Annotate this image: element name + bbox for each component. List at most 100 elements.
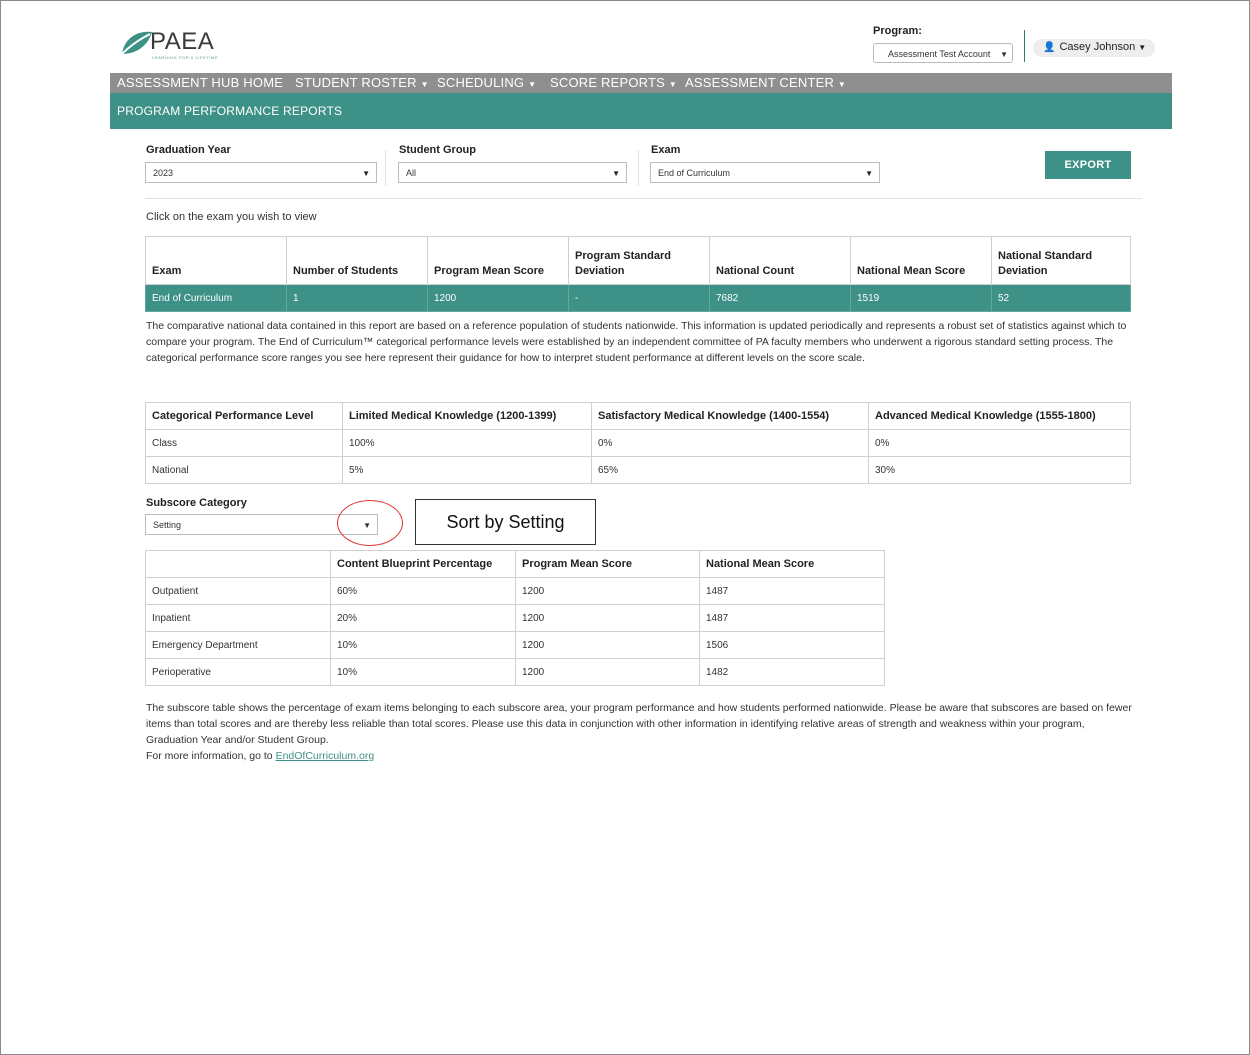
table-row: Emergency Department 10% 1200 1506 bbox=[145, 631, 885, 659]
header-divider bbox=[1024, 30, 1025, 62]
table-cell: Outpatient bbox=[145, 577, 331, 605]
filter-divider bbox=[385, 150, 386, 186]
program-select[interactable]: Assessment Test Account ▼ bbox=[873, 43, 1013, 63]
table-cell: Class bbox=[145, 429, 343, 457]
header-national-mean-score: National Mean Score bbox=[699, 550, 885, 578]
table-cell: - bbox=[568, 284, 710, 312]
export-button[interactable]: EXPORT bbox=[1045, 151, 1131, 179]
caret-down-icon: ▼ bbox=[362, 169, 370, 178]
table-cell: 1487 bbox=[699, 577, 885, 605]
caret-down-icon: ▼ bbox=[837, 80, 847, 89]
student-group-select[interactable]: All ▼ bbox=[398, 162, 627, 183]
student-group-label: Student Group bbox=[399, 144, 476, 156]
graduation-year-value: 2023 bbox=[153, 168, 174, 178]
logo-wordmark: PAEA bbox=[150, 28, 215, 55]
header-satisfactory: Satisfactory Medical Knowledge (1400-155… bbox=[591, 402, 869, 430]
caret-down-icon: ▼ bbox=[668, 80, 677, 89]
exam-table-header: Exam Number of Students Program Mean Sco… bbox=[145, 236, 1131, 285]
table-cell: 7682 bbox=[709, 284, 851, 312]
nav-item-scheduling[interactable]: SCHEDULING ▼ bbox=[437, 75, 536, 90]
table-cell: 10% bbox=[330, 658, 516, 686]
caret-down-icon: ▼ bbox=[1000, 50, 1008, 59]
header-blank bbox=[145, 550, 331, 578]
nav-item-hub-home[interactable]: ASSESSMENT HUB HOME bbox=[117, 75, 283, 90]
nav-item-score-reports[interactable]: SCORE REPORTS ▼ bbox=[550, 75, 677, 90]
subscore-footer: The subscore table shows the percentage … bbox=[146, 700, 1136, 764]
caret-down-icon: ▼ bbox=[528, 80, 537, 89]
filter-divider bbox=[638, 150, 639, 186]
header-national-mean-score[interactable]: National Mean Score bbox=[850, 236, 992, 285]
table-cell: 1482 bbox=[699, 658, 885, 686]
caret-down-icon: ▼ bbox=[612, 169, 620, 178]
table-cell: 20% bbox=[330, 604, 516, 632]
national-data-description: The comparative national data contained … bbox=[146, 320, 1127, 364]
table-cell: 5% bbox=[342, 456, 592, 484]
person-icon: 👤 bbox=[1043, 42, 1056, 53]
performance-table-header: Categorical Performance Level Limited Me… bbox=[145, 402, 1131, 430]
header-national-count[interactable]: National Count bbox=[709, 236, 851, 285]
table-cell: 60% bbox=[330, 577, 516, 605]
table-cell: 1200 bbox=[515, 631, 700, 659]
table-cell: 0% bbox=[868, 429, 1131, 457]
table-row: Perioperative 10% 1200 1482 bbox=[145, 658, 885, 686]
more-info-prefix: For more information, go to bbox=[146, 750, 276, 762]
header-national-sd[interactable]: National Standard Deviation bbox=[991, 236, 1131, 285]
annotation-circle bbox=[337, 500, 403, 546]
table-cell: Emergency Department bbox=[145, 631, 331, 659]
table-row: National 5% 65% 30% bbox=[145, 456, 1131, 484]
caret-down-icon: ▼ bbox=[420, 80, 429, 89]
table-cell: 1487 bbox=[699, 604, 885, 632]
graduation-year-label: Graduation Year bbox=[146, 144, 231, 156]
table-cell: Inpatient bbox=[145, 604, 331, 632]
table-row: Class 100% 0% 0% bbox=[145, 429, 1131, 457]
header-number-of-students[interactable]: Number of Students bbox=[286, 236, 428, 285]
table-cell: 1506 bbox=[699, 631, 885, 659]
nav-item-assessment-center[interactable]: ASSESSMENT CENTER ▼ bbox=[685, 75, 846, 90]
student-group-value: All bbox=[406, 168, 417, 178]
header-limited: Limited Medical Knowledge (1200-1399) bbox=[342, 402, 592, 430]
table-cell: End of Curriculum bbox=[145, 284, 287, 312]
caret-down-icon: ▼ bbox=[1138, 43, 1147, 52]
table-cell: 1200 bbox=[515, 577, 700, 605]
nav-item-student-roster[interactable]: STUDENT ROSTER ▼ bbox=[295, 75, 429, 90]
table-cell: Perioperative bbox=[145, 658, 331, 686]
program-label: Program: bbox=[873, 25, 922, 37]
header-program-mean-score[interactable]: Program Mean Score bbox=[427, 236, 569, 285]
header-exam[interactable]: Exam bbox=[145, 236, 287, 285]
user-menu[interactable]: 👤 Casey Johnson ▼ bbox=[1033, 39, 1155, 57]
table-cell: 52 bbox=[991, 284, 1131, 312]
exam-select[interactable]: End of Curriculum ▼ bbox=[650, 162, 880, 183]
graduation-year-select[interactable]: 2023 ▼ bbox=[145, 162, 377, 183]
table-cell: 0% bbox=[591, 429, 869, 457]
table-cell: 1200 bbox=[427, 284, 569, 312]
header-blueprint-percentage: Content Blueprint Percentage bbox=[330, 550, 516, 578]
exam-value: End of Curriculum bbox=[658, 168, 731, 178]
exam-table: Exam Number of Students Program Mean Sco… bbox=[145, 236, 1131, 312]
performance-level-table: Categorical Performance Level Limited Me… bbox=[145, 402, 1131, 484]
program-select-value: Assessment Test Account bbox=[888, 49, 991, 59]
user-name: Casey Johnson bbox=[1059, 41, 1136, 53]
end-of-curriculum-link[interactable]: EndOfCurriculum.org bbox=[276, 750, 375, 762]
annotation-callout: Sort by Setting bbox=[415, 499, 596, 545]
header-program-sd[interactable]: Program Standard Deviation bbox=[568, 236, 710, 285]
sub-nav-title[interactable]: PROGRAM PERFORMANCE REPORTS bbox=[117, 104, 342, 118]
subscore-table: Content Blueprint Percentage Program Mea… bbox=[145, 550, 885, 686]
table-cell: 30% bbox=[868, 456, 1131, 484]
table-row: Inpatient 20% 1200 1487 bbox=[145, 604, 885, 632]
sub-nav: PROGRAM PERFORMANCE REPORTS bbox=[110, 93, 1172, 129]
paea-logo[interactable]: PAEA LEARNING FOR A LIFETIME bbox=[120, 26, 250, 64]
logo-tagline: LEARNING FOR A LIFETIME bbox=[152, 55, 219, 60]
filter-separator bbox=[145, 198, 1142, 199]
main-nav: ASSESSMENT HUB HOME STUDENT ROSTER ▼ SCH… bbox=[110, 73, 1172, 93]
table-cell: 1 bbox=[286, 284, 428, 312]
table-cell: 1200 bbox=[515, 658, 700, 686]
table-cell: 1519 bbox=[850, 284, 992, 312]
subscore-table-header: Content Blueprint Percentage Program Mea… bbox=[145, 550, 885, 578]
subscore-category-value: Setting bbox=[153, 520, 182, 530]
caret-down-icon: ▼ bbox=[865, 169, 873, 178]
table-cell: 100% bbox=[342, 429, 592, 457]
subscore-explanation: The subscore table shows the percentage … bbox=[146, 702, 1132, 746]
header-program-mean-score: Program Mean Score bbox=[515, 550, 700, 578]
leaf-logo-icon bbox=[121, 31, 152, 55]
table-row[interactable]: End of Curriculum 1 1200 - 7682 1519 52 bbox=[145, 284, 1131, 312]
